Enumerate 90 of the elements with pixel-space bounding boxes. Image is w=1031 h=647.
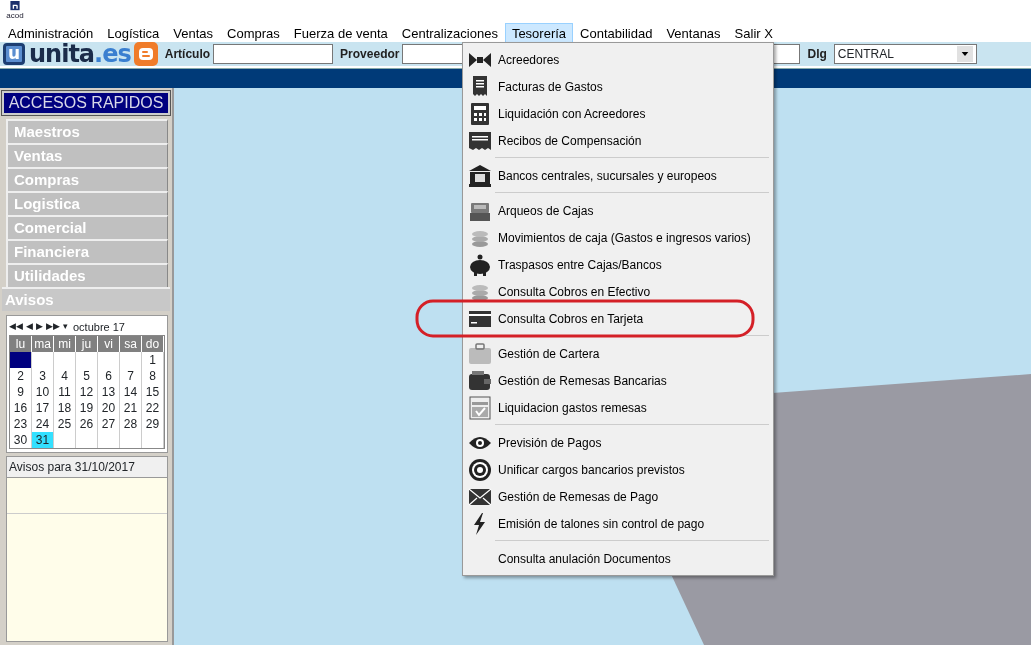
form-icon xyxy=(468,395,492,420)
menu-entry[interactable]: Consulta Cobros en Efectivo xyxy=(465,278,771,305)
caret-icon xyxy=(956,46,973,62)
calendar-day[interactable]: 1 xyxy=(142,352,164,368)
menu-entry[interactable]: Acreedores xyxy=(465,46,771,73)
calendar-month: octubre 17 xyxy=(73,319,125,335)
menu-entry[interactable]: Unificar cargos bancarios previstos xyxy=(465,456,771,483)
calendar-day[interactable]: 19 xyxy=(76,400,98,416)
calendar-day[interactable]: 29 xyxy=(142,416,164,432)
notices-title: Avisos para 31/10/2017 xyxy=(7,457,167,478)
calendar-day[interactable]: 12 xyxy=(76,384,98,400)
calendar-nav-button[interactable]: ◀ xyxy=(26,320,33,334)
sidebar-title: ACCESOS RAPIDOS xyxy=(2,91,170,115)
menu-item[interactable]: Tesorería xyxy=(504,23,574,43)
calendar-day[interactable]: 8 xyxy=(142,368,164,384)
weekday-header: sa xyxy=(120,336,142,352)
calendar-day[interactable]: 6 xyxy=(98,368,120,384)
app-caption: acod xyxy=(6,12,24,20)
menu-entry[interactable]: Recibos de Compensación xyxy=(465,127,771,154)
target-icon xyxy=(468,457,492,482)
calendar-day[interactable]: 15 xyxy=(142,384,164,400)
wallet-icon xyxy=(468,368,492,393)
menu-entry[interactable]: Arqueos de Cajas xyxy=(465,197,771,224)
menu-entry[interactable]: Gestión de Cartera xyxy=(465,340,771,367)
field-label: Proveedor xyxy=(340,46,400,63)
weekday-header: lu xyxy=(10,336,32,352)
menu-item[interactable]: Compras xyxy=(220,23,287,43)
calendar-day[interactable]: 21 xyxy=(120,400,142,416)
calendar-day[interactable]: 13 xyxy=(98,384,120,400)
menu-item[interactable]: Logística xyxy=(100,23,167,43)
calendar-day[interactable]: 22 xyxy=(142,400,164,416)
weekday-header: ma xyxy=(32,336,54,352)
calendar-day[interactable]: 26 xyxy=(76,416,98,432)
menu-entry[interactable]: Facturas de Gastos xyxy=(465,73,771,100)
input-field[interactable] xyxy=(213,44,334,64)
menu-entry[interactable]: Consulta Cobros en Tarjeta xyxy=(465,305,771,332)
weekday-header: ju xyxy=(76,336,98,352)
calendar-day[interactable]: 10 xyxy=(32,384,54,400)
field-label: Artículo xyxy=(164,46,211,63)
menu-entry[interactable]: Consulta anulación Documentos xyxy=(465,545,771,572)
piggy-bank-icon xyxy=(468,252,492,277)
menu-item[interactable]: Ventas xyxy=(166,23,221,43)
logo-mark: u xyxy=(3,43,25,65)
briefcase-icon xyxy=(468,341,492,366)
calendar-day[interactable] xyxy=(10,352,32,368)
calendar-day[interactable]: 31 xyxy=(32,432,54,448)
bank-icon xyxy=(468,163,492,188)
calendar-day[interactable]: 27 xyxy=(98,416,120,432)
calendar-day[interactable]: 5 xyxy=(76,368,98,384)
calendar-day[interactable]: 25 xyxy=(54,416,76,432)
calendar-day[interactable]: 28 xyxy=(120,416,142,432)
menu-entry[interactable]: Traspasos entre Cajas/Bancos xyxy=(465,251,771,278)
calendar-day[interactable]: 23 xyxy=(10,416,32,432)
calendar-nav-button[interactable]: ▶▶ xyxy=(46,320,60,334)
calendar-day[interactable]: 20 xyxy=(98,400,120,416)
menu-item[interactable]: Salir X xyxy=(727,23,780,43)
calendar-nav-button[interactable]: ▾ xyxy=(63,320,68,334)
menu-entry[interactable]: Gestión de Remesas Bancarias xyxy=(465,367,771,394)
calendar-nav-button[interactable]: ▶ xyxy=(36,320,43,334)
app-icon xyxy=(9,1,21,12)
calendar-day[interactable]: 9 xyxy=(10,384,32,400)
weekday-header: do xyxy=(142,336,164,352)
menu-item[interactable]: Ventanas xyxy=(659,23,728,43)
menu-item[interactable]: Contabilidad xyxy=(573,23,660,43)
menu-item[interactable]: Fuerza de venta xyxy=(286,23,395,43)
calendar-day[interactable]: 4 xyxy=(54,368,76,384)
logo-text: unita.es xyxy=(29,43,131,65)
menu-entry[interactable]: Previsión de Pagos xyxy=(465,429,771,456)
weekday-header: vi xyxy=(98,336,120,352)
menu-item[interactable]: Administración xyxy=(1,23,101,43)
field-label: Dlg xyxy=(807,46,827,63)
weekday-header: mi xyxy=(54,336,76,352)
menu-entry[interactable]: Movimientos de caja (Gastos e ingresos varios) xyxy=(465,224,771,251)
calendar-day[interactable]: 7 xyxy=(120,368,142,384)
calendar-day[interactable]: 14 xyxy=(120,384,142,400)
calendar-day[interactable]: 18 xyxy=(54,400,76,416)
menu-entry[interactable]: Bancos centrales, sucursales y europeos xyxy=(465,162,771,189)
calendar-day[interactable]: 16 xyxy=(10,400,32,416)
menu-entry[interactable]: Liquidación con Acreedores xyxy=(465,100,771,127)
calendar-nav-button[interactable]: ◀◀ xyxy=(9,320,23,334)
calculator-icon xyxy=(468,101,492,126)
dropdown-field[interactable]: CENTRAL xyxy=(833,44,977,64)
calendar-day[interactable]: 11 xyxy=(54,384,76,400)
calendar-day[interactable]: 17 xyxy=(32,400,54,416)
menu-entry[interactable]: Gestión de Remesas de Pago xyxy=(465,483,771,510)
calendar-day[interactable]: 2 xyxy=(10,368,32,384)
menu-item[interactable]: Centralizaciones xyxy=(394,23,505,43)
menu-entry[interactable]: Liquidacion gastos remesas xyxy=(465,394,771,421)
menu-entry[interactable]: Emisión de talones sin control de pago xyxy=(465,510,771,537)
calendar-day[interactable]: 3 xyxy=(32,368,54,384)
